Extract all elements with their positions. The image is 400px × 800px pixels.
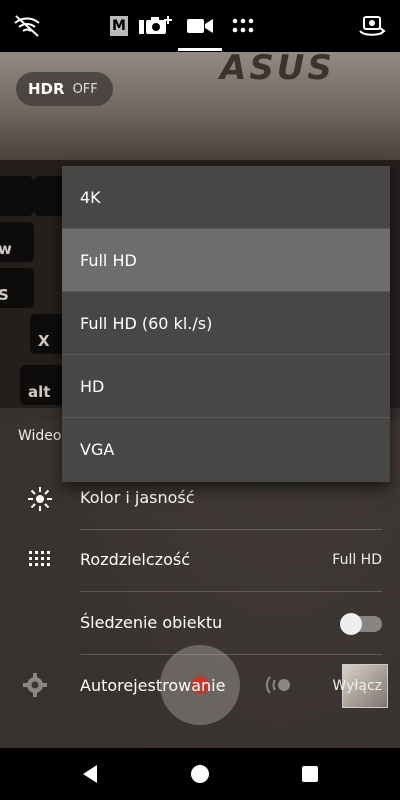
setting-row-label: Autorejestrowanie [80,676,226,695]
setting-row-value: Wyłącz [332,678,383,694]
resolution-grid-icon [26,547,54,575]
recents-icon[interactable] [298,762,322,786]
viewfinder-key: S [0,268,34,308]
viewfinder-key: alt [20,365,64,405]
toggle-knob [340,613,362,635]
camera-top-bar: M [0,0,400,52]
hdr-toggle-button[interactable]: HDR OFF [16,72,113,106]
hdr-state: OFF [72,81,98,97]
object-tracking-toggle[interactable] [340,613,382,635]
setting-row-label: Kolor i jasność [80,488,195,507]
resolution-option[interactable]: 4K [62,166,390,229]
manual-mode-icon[interactable]: M [108,12,130,40]
row-divider [80,654,382,655]
more-modes-icon[interactable] [232,12,254,40]
switch-camera-icon[interactable] [358,12,386,40]
photo-mode-icon[interactable] [138,12,174,40]
setting-row-value: Full HD [332,552,382,568]
android-nav-bar [0,748,400,800]
setting-row-auto-recording[interactable]: Autorejestrowanie Wyłącz [0,656,400,718]
setting-row-resolution[interactable]: Rozdzielczość Full HD [0,530,400,592]
viewfinder-key: w [0,222,34,262]
back-icon[interactable] [78,762,102,786]
settings-section-label: Wideo [18,428,62,444]
flash-off-icon[interactable] [12,12,42,40]
viewfinder-brand-text: ASUS [220,48,335,88]
brightness-icon [26,485,54,513]
home-icon[interactable] [188,762,212,786]
hdr-label: HDR [28,80,65,98]
resolution-dropdown: 4K Full HD Full HD (60 kl./s) HD VGA [62,166,390,482]
setting-row-label: Śledzenie obiektu [80,613,223,632]
viewfinder-key [0,176,34,216]
resolution-option[interactable]: Full HD (60 kl./s) [62,292,390,355]
resolution-option-selected[interactable]: Full HD [62,229,390,292]
video-mode-icon[interactable] [186,12,214,40]
active-mode-indicator [178,48,222,51]
resolution-option[interactable]: VGA [62,418,390,481]
row-divider [80,591,382,592]
resolution-option[interactable]: HD [62,355,390,418]
manual-mode-glyph: M [110,16,128,36]
setting-row-label: Rozdzielczość [80,550,190,569]
